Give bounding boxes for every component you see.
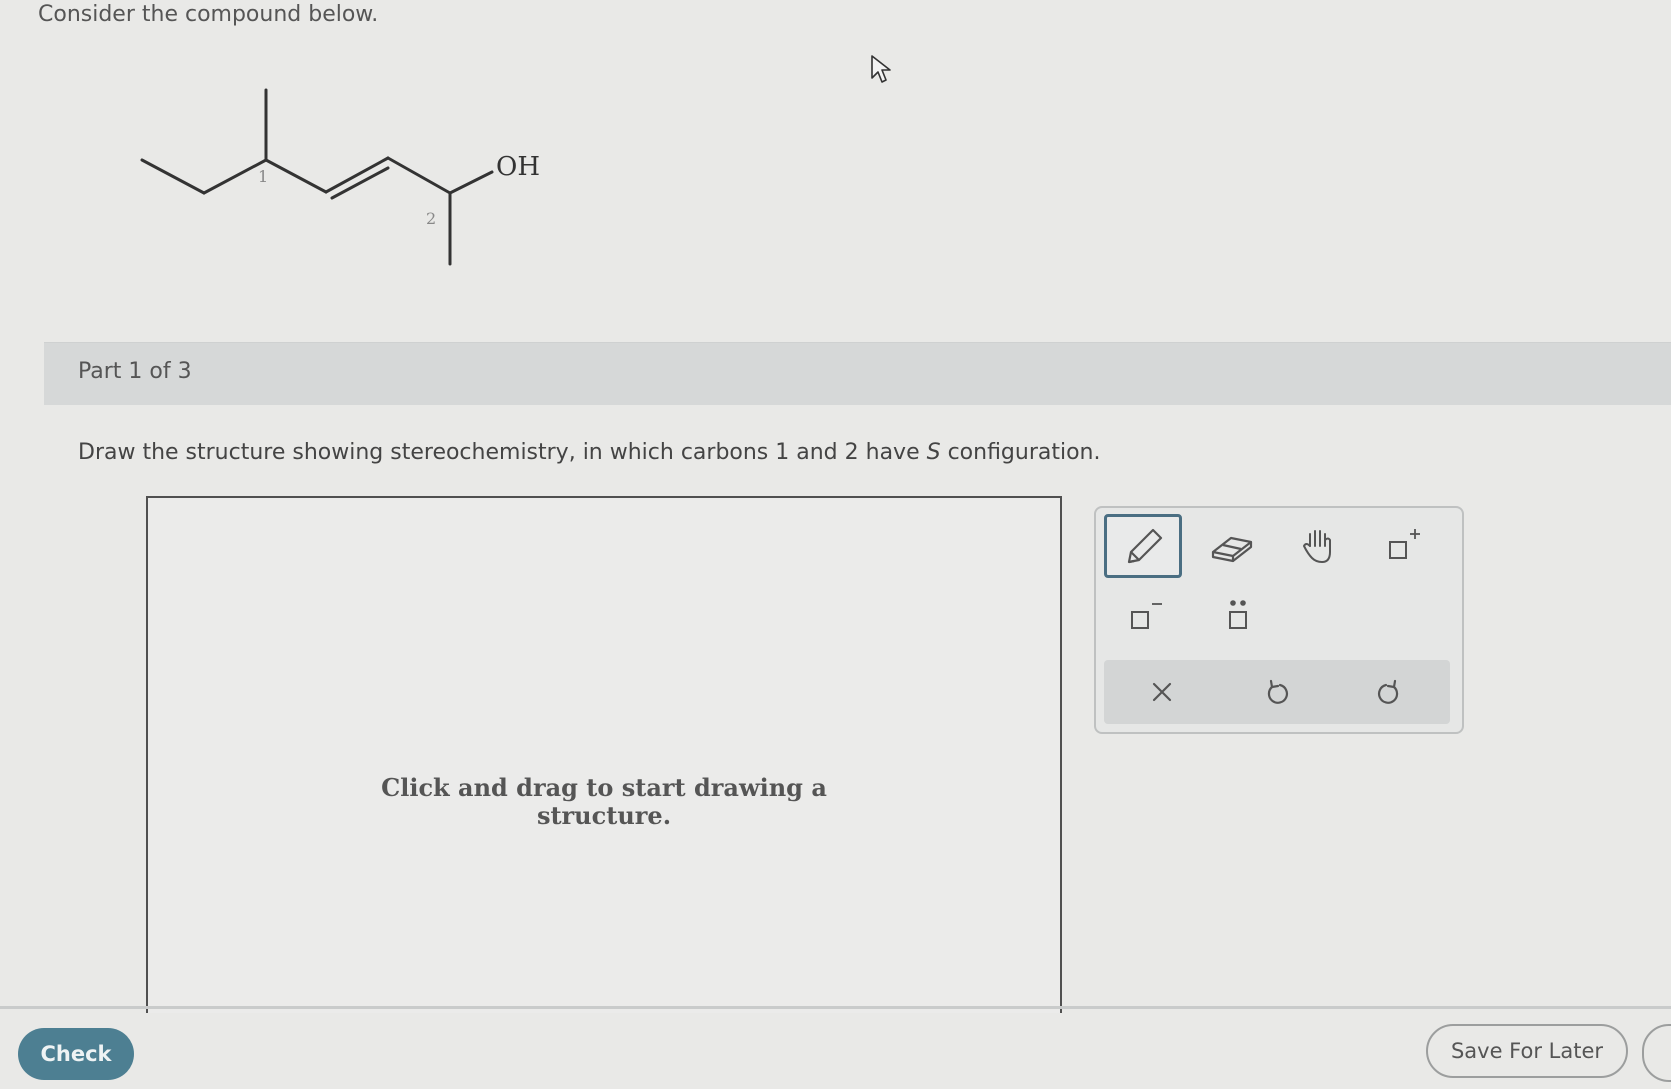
instructions-text-end: configuration. — [940, 440, 1101, 465]
canvas-hint: Click and drag to start drawing a struct… — [148, 774, 1060, 830]
positive-charge-icon — [1389, 529, 1420, 559]
part-header: Part 1 of 3 — [44, 342, 1671, 405]
carbon-1-label: 1 — [258, 167, 268, 186]
eraser-tool-button[interactable] — [1196, 516, 1268, 576]
configuration-letter: S — [926, 440, 941, 465]
instructions: Draw the structure showing stereochemist… — [78, 440, 1101, 465]
redo-button[interactable] — [1350, 666, 1430, 718]
canvas-hint-line-2: structure. — [536, 801, 672, 830]
check-button[interactable]: Check — [18, 1028, 134, 1080]
negative-charge-tool-button[interactable] — [1108, 586, 1180, 646]
clear-icon — [1152, 682, 1172, 702]
submit-button-partial[interactable] — [1642, 1024, 1671, 1082]
part-label: Part 1 of 3 — [78, 359, 192, 384]
footer-divider — [0, 1006, 1671, 1009]
positive-charge-tool-button[interactable] — [1366, 516, 1438, 576]
drawing-canvas[interactable]: Click and drag to start drawing a struct… — [146, 496, 1062, 1013]
hydroxyl-label: OH — [496, 152, 540, 182]
canvas-hint-line-1: Click and drag to start drawing a — [381, 773, 827, 802]
lone-pair-icon — [1229, 600, 1247, 629]
question-prompt: Consider the compound below. — [38, 2, 379, 27]
redo-icon — [1377, 679, 1399, 704]
instructions-text-start: Draw the structure showing stereochemist… — [78, 440, 927, 465]
mouse-cursor-icon — [871, 55, 891, 83]
carbon-2-label: 2 — [426, 209, 436, 228]
negative-charge-icon — [1131, 603, 1162, 629]
hand-icon — [1303, 530, 1331, 563]
hand-tool-button[interactable] — [1284, 516, 1356, 576]
drawing-toolbar — [1094, 506, 1464, 734]
molecule-structure: OH 1 2 — [140, 88, 540, 266]
undo-button[interactable] — [1236, 666, 1316, 718]
undo-icon — [1267, 679, 1289, 704]
toolbar-actions — [1104, 660, 1450, 724]
pencil-tool-button[interactable] — [1104, 514, 1182, 578]
save-for-later-button[interactable]: Save For Later — [1426, 1024, 1628, 1078]
clear-button[interactable] — [1122, 666, 1202, 718]
pencil-icon — [1127, 528, 1163, 564]
eraser-icon — [1211, 536, 1253, 563]
lone-pair-tool-button[interactable] — [1202, 586, 1274, 646]
